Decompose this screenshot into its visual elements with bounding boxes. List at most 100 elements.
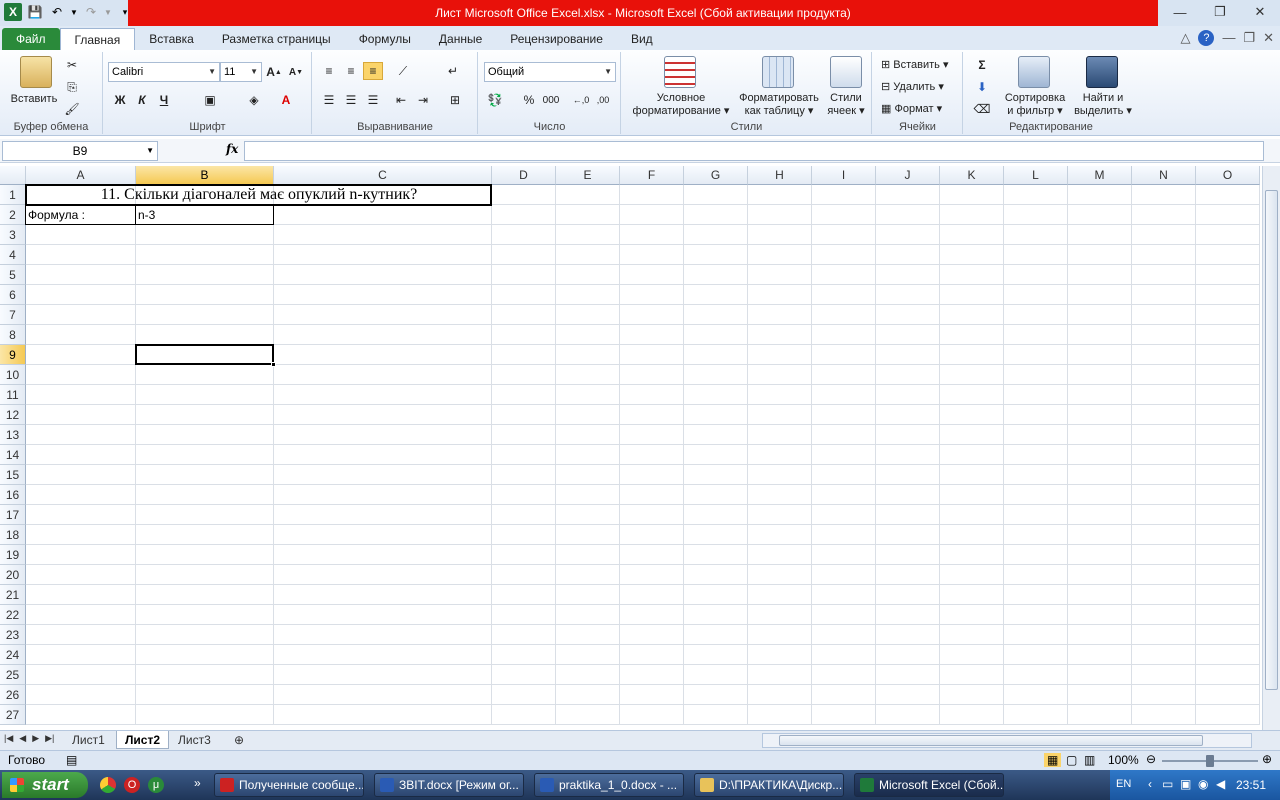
row-header-6[interactable]: 6 [0,285,26,305]
name-box[interactable]: B9 ▼ [2,141,158,161]
tab-page-layout[interactable]: Разметка страницы [208,28,345,50]
tab-review[interactable]: Рецензирование [496,28,617,50]
row-header-11[interactable]: 11 [0,385,26,405]
sheet-tab-1[interactable]: Лист1 [64,731,113,749]
insert-sheet-icon[interactable]: ⊕ [226,731,252,749]
merge-center-icon[interactable]: ⊞ [445,91,465,109]
delete-cells-button[interactable]: ⊟ Удалить ▾ [881,80,944,93]
column-header-m[interactable]: M [1068,166,1132,185]
shrink-font-icon[interactable]: A ▼ [286,63,306,81]
font-color-icon[interactable]: A [276,91,296,109]
align-bottom-icon[interactable]: ≡ [363,62,383,80]
format-cells-button[interactable]: ▦ Формат ▾ [881,102,942,115]
cell-b2[interactable]: n-3 [138,208,155,222]
fill-icon[interactable]: ⬇ [972,78,992,96]
insert-function-icon[interactable]: fx [226,142,238,156]
row-header-25[interactable]: 25 [0,665,26,685]
column-header-e[interactable]: E [556,166,620,185]
tab-home[interactable]: Главная [59,28,136,50]
column-header-o[interactable]: O [1196,166,1260,185]
row-header-19[interactable]: 19 [0,545,26,565]
horizontal-scrollbar[interactable] [762,733,1252,748]
sheet-tab-2[interactable]: Лист2 [116,731,170,749]
fill-color-icon[interactable]: ◈ [244,91,264,109]
macro-record-icon[interactable]: ▤ [66,753,77,767]
chrome-icon[interactable] [100,777,116,793]
format-as-table-button[interactable]: Форматировать как таблицу ▾ [732,92,826,118]
column-header-h[interactable]: H [748,166,812,185]
orientation-icon[interactable]: ⟋ [393,62,413,80]
tab-file[interactable]: Файл [2,28,60,50]
clock[interactable]: 23:51 [1236,778,1266,792]
row-header-27[interactable]: 27 [0,705,26,725]
row-header-13[interactable]: 13 [0,425,26,445]
insert-cells-button[interactable]: ⊞ Вставить ▾ [881,58,949,71]
display-icon[interactable]: ▣ [1180,777,1191,791]
align-top-icon[interactable]: ≡ [319,62,339,80]
show-more-icon[interactable]: » [194,776,201,790]
column-header-c[interactable]: C [274,166,492,185]
find-select-button[interactable]: Найти и выделить ▾ [1070,92,1136,118]
row-header-22[interactable]: 22 [0,605,26,625]
column-header-d[interactable]: D [492,166,556,185]
column-header-f[interactable]: F [620,166,684,185]
format-painter-icon[interactable]: 🖌 [62,100,82,118]
row-header-14[interactable]: 14 [0,445,26,465]
column-header-n[interactable]: N [1132,166,1196,185]
conditional-format-button[interactable]: Условное форматирование ▾ [626,92,736,118]
column-header-k[interactable]: K [940,166,1004,185]
row-header-26[interactable]: 26 [0,685,26,705]
sort-filter-button[interactable]: Сортировка и фильтр ▾ [1000,92,1070,118]
align-center-icon[interactable]: ☰ [341,91,361,109]
align-right-icon[interactable]: ☰ [363,91,383,109]
help-icon[interactable]: ? [1198,30,1215,46]
network-icon[interactable]: ▭ [1162,777,1173,791]
cell-styles-icon[interactable] [830,56,862,88]
row-header-7[interactable]: 7 [0,305,26,325]
vertical-scroll-thumb[interactable] [1265,190,1278,690]
taskbar-item-word-praktika[interactable]: praktika_1_0.docx - ... [534,773,684,797]
column-header-j[interactable]: J [876,166,940,185]
fill-handle[interactable] [271,362,276,367]
minimize-icon[interactable]: — [1160,0,1200,24]
spreadsheet-grid[interactable]: A B C D E F G H I J K L M N O 1 2 3 4 5 6 7 8 9 10 11 12 13 14 15 16 17… [0,166,1262,730]
minimize-ribbon-icon[interactable]: △ [1180,30,1190,46]
doc-restore-icon[interactable]: ❐ [1243,30,1255,46]
format-as-table-icon[interactable] [762,56,794,88]
row-header-4[interactable]: 4 [0,245,26,265]
taskbar-item-opera[interactable]: Полученные сообще... [214,773,364,797]
opera-icon[interactable]: O [124,777,140,793]
last-sheet-icon[interactable]: ▶| [45,733,54,744]
zoom-out-icon[interactable]: ⊖ [1146,752,1156,766]
italic-button[interactable]: К [132,91,152,109]
taskbar-item-folder[interactable]: D:\ПРАКТИКА\Дискр... [694,773,844,797]
row-header-10[interactable]: 10 [0,365,26,385]
row-header-18[interactable]: 18 [0,525,26,545]
row-header-21[interactable]: 21 [0,585,26,605]
horizontal-scroll-thumb[interactable] [779,735,1203,746]
redo-icon[interactable]: ↷ [82,3,100,21]
sort-filter-icon[interactable] [1018,56,1050,88]
normal-view-icon[interactable]: ▦ [1044,753,1062,767]
font-size-combo[interactable]: 11 ▼ [220,62,262,82]
autosum-icon[interactable]: Σ [972,56,992,74]
row-header-20[interactable]: 20 [0,565,26,585]
doc-close-icon[interactable]: ✕ [1263,30,1274,46]
row-header-12[interactable]: 12 [0,405,26,425]
zoom-slider-knob[interactable] [1206,755,1214,767]
font-name-combo[interactable]: Calibri ▼ [108,62,220,82]
underline-button[interactable]: Ч [154,91,174,109]
increase-indent-icon[interactable]: ⇥ [413,91,433,109]
restore-icon[interactable]: ❐ [1200,0,1240,24]
row-header-9[interactable]: 9 [0,345,26,365]
excel-logo-icon[interactable]: X [4,3,22,21]
borders-icon[interactable]: ▣ [200,91,220,109]
row-header-8[interactable]: 8 [0,325,26,345]
increase-decimal-icon[interactable]: ←,0 [571,91,591,109]
row-header-17[interactable]: 17 [0,505,26,525]
row-header-5[interactable]: 5 [0,265,26,285]
page-layout-view-icon[interactable]: ▢ [1066,753,1077,767]
clear-icon[interactable]: ⌫ [972,100,992,118]
column-header-b[interactable]: B [136,166,274,185]
tab-formulas[interactable]: Формулы [345,28,425,50]
